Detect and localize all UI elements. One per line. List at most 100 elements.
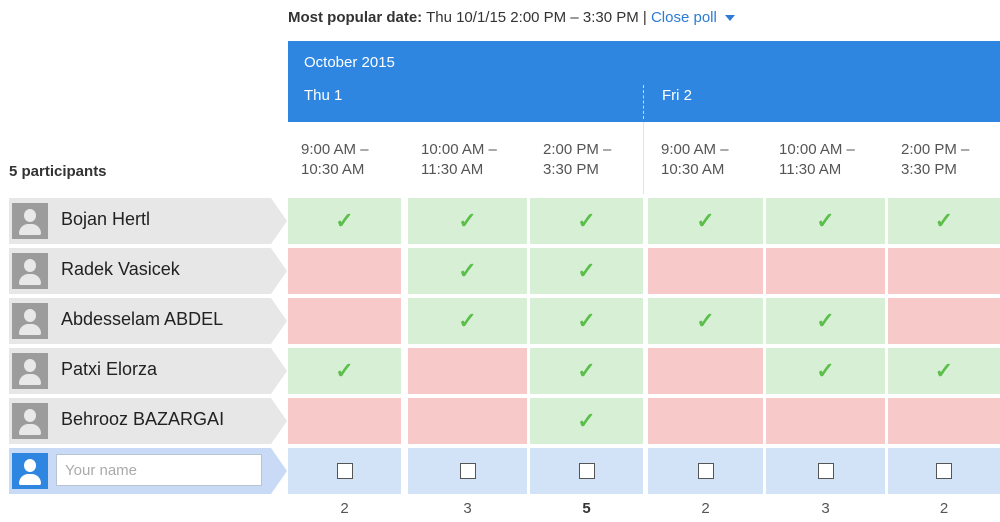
participant-name-tag: Abdesselam ABDEL: [9, 298, 287, 344]
user-avatar-icon: [12, 253, 48, 289]
vote-cell-yes: ✓: [766, 298, 885, 344]
participant-name-tag: Patxi Elorza: [9, 348, 287, 394]
checkmark-icon: ✓: [458, 208, 477, 233]
vote-checkbox[interactable]: [459, 463, 476, 479]
time-slot-end: 10:30 AM: [661, 161, 725, 178]
day-label-fri: Fri 2: [662, 87, 692, 104]
vote-cell-yes: ✓: [888, 198, 1000, 244]
time-slots: 9:00 AM – 10:30 AM 10:00 AM – 11:30 AM 2:00 …: [288, 140, 1000, 192]
vote-cell-yes: ✓: [530, 348, 643, 394]
vote-cell-no: [766, 398, 885, 444]
vote-cell-no: [408, 348, 527, 394]
vote-cell-yes: ✓: [288, 198, 401, 244]
calendar-header: October 2015 Thu 1 Fri 2: [288, 41, 1000, 122]
vote-total: 3: [463, 500, 472, 517]
vote-cell-no: [648, 398, 763, 444]
vote-cell-no: [288, 398, 401, 444]
time-slot-header: 9:00 AM – 10:30 AM: [661, 140, 779, 180]
vote-cell-yes: ✓: [408, 298, 527, 344]
checkmark-icon: ✓: [577, 408, 596, 433]
time-slot-end: 10:30 AM: [301, 161, 365, 178]
time-slot-end: 3:30 PM: [901, 161, 957, 178]
participant-name: Patxi Elorza: [61, 359, 158, 379]
vote-total: 3: [821, 500, 830, 517]
most-popular-value: Thu 10/1/15 2:00 PM – 3:30 PM |: [426, 9, 647, 26]
vote-cell-yes: ✓: [766, 198, 885, 244]
time-slot-header: 10:00 AM – 11:30 AM: [421, 140, 539, 180]
vote-totals: 2 3 5 2 3 2: [288, 500, 1000, 520]
vote-total: 2: [939, 500, 949, 517]
vote-cell-no: [288, 248, 401, 294]
your-name-input[interactable]: [56, 454, 262, 486]
vote-cell-yes: ✓: [888, 348, 1000, 394]
participants-count: 5 participants: [9, 163, 107, 180]
day-divider: [643, 85, 644, 119]
vote-cell-no: [648, 248, 763, 294]
vote-checkbox[interactable]: [697, 463, 714, 479]
time-slot-header: 10:00 AM – 11:30 AM: [779, 140, 897, 180]
most-popular-label: Most popular date:: [288, 9, 423, 26]
most-popular-date: Most popular date: Thu 10/1/15 2:00 PM –…: [288, 9, 735, 26]
vote-checkbox[interactable]: [936, 463, 952, 479]
vote-total: 2: [340, 500, 349, 517]
checkmark-icon: ✓: [335, 208, 354, 233]
checkmark-icon: ✓: [696, 308, 715, 333]
checkmark-icon: ✓: [816, 358, 835, 383]
user-avatar-icon: [12, 453, 48, 489]
vote-cell-yes: ✓: [408, 248, 527, 294]
vote-cell-yes: ✓: [530, 198, 643, 244]
time-slot-start: 9:00 AM –: [661, 141, 729, 158]
checkmark-icon: ✓: [577, 358, 596, 383]
participant-name-tag: Radek Vasicek: [9, 248, 287, 294]
vote-cell-yes: ✓: [766, 348, 885, 394]
participant-name-tag: Bojan Hertl: [9, 198, 287, 244]
time-slot-header: 2:00 PM – 3:30 PM: [543, 140, 661, 180]
vote-checkbox-cell: [288, 448, 401, 494]
vote-checkbox[interactable]: [578, 463, 595, 479]
vote-checkbox[interactable]: [336, 463, 353, 479]
vote-cell-no: [408, 398, 527, 444]
time-slot-start: 10:00 AM –: [779, 141, 855, 158]
vote-cell-no: [888, 248, 1000, 294]
time-slot-start: 2:00 PM –: [901, 141, 970, 158]
time-slot-start: 2:00 PM –: [543, 141, 612, 158]
vote-cell-yes: ✓: [530, 398, 643, 444]
time-slot-header: 2:00 PM – 3:30 PM: [901, 140, 1000, 180]
vote-checkbox-cell: [648, 448, 763, 494]
vote-cell-yes: ✓: [648, 298, 763, 344]
new-participant-tag: [9, 448, 287, 494]
participant-name: Abdesselam ABDEL: [61, 309, 224, 329]
time-slot-header: 9:00 AM – 10:30 AM: [301, 140, 419, 180]
participant-row: Abdesselam ABDEL ✓ ✓ ✓ ✓: [0, 298, 1000, 344]
vote-cell-yes: ✓: [408, 198, 527, 244]
time-slot-start: 9:00 AM –: [301, 141, 369, 158]
participant-row: Radek Vasicek ✓ ✓: [0, 248, 1000, 294]
checkmark-icon: ✓: [816, 208, 835, 233]
vote-cell-yes: ✓: [530, 298, 643, 344]
participant-row: Bojan Hertl ✓ ✓ ✓ ✓ ✓ ✓: [0, 198, 1000, 244]
close-poll-link[interactable]: Close poll: [651, 9, 717, 26]
vote-checkbox-cell: [888, 448, 1000, 494]
vote-total: 2: [701, 500, 710, 517]
vote-checkbox-cell: [408, 448, 527, 494]
vote-cell-yes: ✓: [648, 198, 763, 244]
vote-checkbox[interactable]: [817, 463, 834, 479]
caret-down-icon[interactable]: [724, 15, 735, 22]
time-slot-end: 11:30 AM: [779, 161, 842, 178]
checkmark-icon: ✓: [816, 308, 835, 333]
vote-cell-no: [288, 298, 401, 344]
participant-name: Radek Vasicek: [61, 259, 180, 279]
day-label-thu: Thu 1: [304, 87, 343, 104]
user-avatar-icon: [12, 353, 48, 389]
checkmark-icon: ✓: [577, 258, 596, 283]
checkmark-icon: ✓: [458, 258, 477, 283]
vote-cell-no: [888, 298, 1000, 344]
checkmark-icon: ✓: [458, 308, 477, 333]
vote-checkbox-cell: [530, 448, 643, 494]
vote-cell-no: [766, 248, 885, 294]
new-participant-row: [0, 448, 1000, 494]
vote-cell-yes: ✓: [530, 248, 643, 294]
vote-cell-no: [888, 398, 1000, 444]
participant-row: Patxi Elorza ✓ ✓ ✓ ✓: [0, 348, 1000, 394]
user-avatar-icon: [12, 403, 48, 439]
